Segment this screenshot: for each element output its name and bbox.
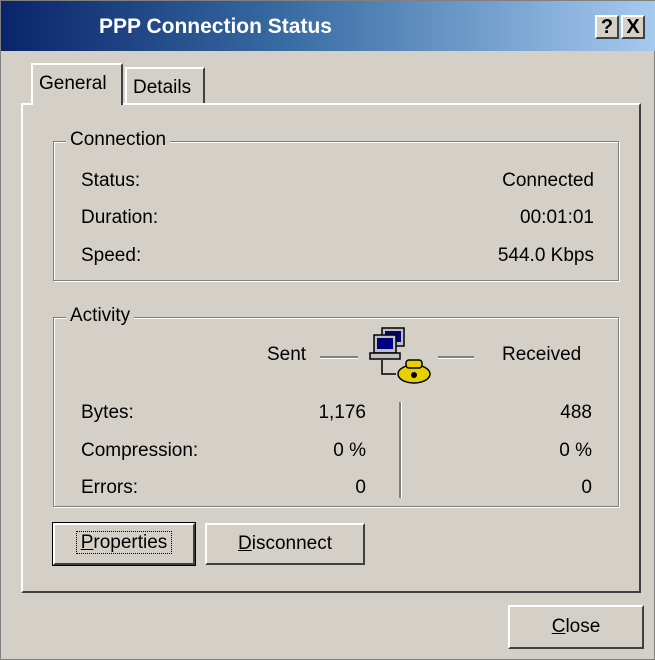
tab-general-label: General bbox=[39, 73, 107, 94]
network-computers-icon bbox=[368, 326, 434, 388]
status-label: Status: bbox=[81, 170, 141, 191]
disconnect-button[interactable]: Disconnect bbox=[205, 523, 365, 565]
tab-details[interactable]: Details bbox=[125, 67, 205, 103]
tab-panel-general: Connection Status: Connected Duration: 0… bbox=[21, 103, 641, 593]
properties-mnemonic: P bbox=[80, 532, 94, 553]
activity-group: Activity Sent Received Bytes: 1,176 488 … bbox=[53, 305, 619, 507]
sent-header: Sent bbox=[267, 344, 307, 365]
speed-value: 544.0 Kbps bbox=[497, 245, 594, 266]
received-header: Received bbox=[502, 344, 582, 365]
compression-label: Compression: bbox=[81, 440, 199, 461]
close-button[interactable]: Close bbox=[508, 605, 644, 649]
bytes-sent-value: 1,176 bbox=[318, 402, 366, 423]
status-value: Connected bbox=[502, 170, 594, 191]
activity-legend: Activity bbox=[66, 305, 135, 327]
ppp-status-window: PPP Connection Status ? X General Detail… bbox=[0, 0, 655, 660]
disconnect-label: isconnect bbox=[251, 533, 332, 554]
compression-sent-value: 0 % bbox=[333, 440, 366, 461]
tab-general[interactable]: General bbox=[31, 63, 123, 105]
window-title: PPP Connection Status bbox=[99, 15, 332, 38]
errors-sent-value: 0 bbox=[355, 477, 366, 498]
properties-focus-rect: Properties bbox=[75, 531, 173, 554]
received-connector-line bbox=[438, 356, 474, 359]
bytes-label: Bytes: bbox=[81, 402, 134, 423]
duration-label: Duration: bbox=[81, 207, 159, 228]
speed-label: Speed: bbox=[81, 245, 142, 266]
properties-button[interactable]: Properties bbox=[52, 522, 196, 566]
duration-value: 00:01:01 bbox=[520, 207, 594, 228]
sent-connector-line bbox=[320, 356, 358, 359]
close-window-button[interactable]: X bbox=[621, 15, 645, 39]
connection-group: Connection Status: Connected Duration: 0… bbox=[53, 129, 619, 281]
activity-divider bbox=[399, 402, 402, 498]
close-mnemonic: C bbox=[551, 616, 566, 637]
tab-details-label: Details bbox=[133, 77, 192, 98]
help-button[interactable]: ? bbox=[595, 15, 619, 39]
errors-received-value: 0 bbox=[581, 477, 592, 498]
bytes-received-value: 488 bbox=[560, 402, 592, 423]
close-label: lose bbox=[565, 616, 601, 637]
disconnect-mnemonic: D bbox=[237, 533, 252, 554]
connection-legend: Connection bbox=[66, 129, 171, 151]
title-bar[interactable]: PPP Connection Status ? X bbox=[1, 1, 655, 51]
properties-label: roperties bbox=[93, 532, 168, 553]
compression-received-value: 0 % bbox=[559, 440, 592, 461]
errors-label: Errors: bbox=[81, 477, 138, 498]
